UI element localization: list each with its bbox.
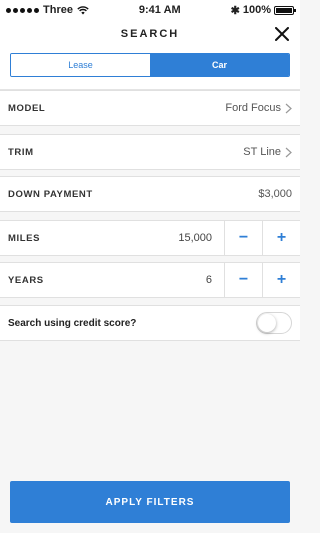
model-row[interactable]: MODEL Ford Focus (0, 90, 300, 126)
battery-percent: 100% (242, 4, 271, 16)
apply-filters-button[interactable]: APPLY FILTERS (10, 481, 290, 523)
miles-decrement-button[interactable]: − (224, 221, 262, 255)
status-bar: Three 9:41 AM ✱ 100% (0, 0, 300, 20)
years-stepper: 6 − + (162, 263, 300, 297)
model-value: Ford Focus (225, 102, 281, 114)
trim-label: TRIM (8, 146, 34, 158)
page-title: SEARCH (120, 28, 180, 40)
carrier-label: Three (43, 4, 73, 16)
miles-increment-button[interactable]: + (262, 221, 300, 255)
years-decrement-button[interactable]: − (224, 263, 262, 297)
segment-car[interactable]: Car (150, 54, 289, 76)
years-row: YEARS 6 − + (0, 262, 300, 298)
years-increment-button[interactable]: + (262, 263, 300, 297)
down-payment-value[interactable]: $3,000 (258, 188, 292, 200)
model-value-wrap: Ford Focus (225, 102, 292, 114)
close-button[interactable] (272, 24, 292, 44)
status-bar-left: Three (6, 4, 89, 16)
years-label: YEARS (8, 274, 44, 286)
down-payment-label: DOWN PAYMENT (8, 188, 93, 200)
miles-value: 15,000 (178, 232, 212, 244)
toggle-knob (258, 314, 276, 332)
down-payment-row[interactable]: DOWN PAYMENT $3,000 (0, 176, 300, 212)
credit-score-label: Search using credit score? (8, 317, 137, 329)
status-bar-right: ✱ 100% (230, 4, 296, 17)
battery-icon (273, 5, 296, 15)
credit-score-toggle[interactable] (256, 312, 292, 334)
chevron-right-icon (285, 147, 292, 157)
trim-row[interactable]: TRIM ST Line (0, 134, 300, 170)
bluetooth-icon: ✱ (230, 4, 240, 17)
signal-icon (6, 7, 39, 13)
close-icon (275, 27, 289, 41)
lease-car-segmented-control: Lease Car (10, 53, 290, 77)
model-label: MODEL (8, 102, 46, 114)
credit-score-row: Search using credit score? (0, 305, 300, 341)
miles-label: MILES (8, 232, 41, 244)
segment-container: Lease Car (0, 48, 300, 90)
miles-stepper: 15,000 − + (162, 221, 300, 255)
trim-value-wrap: ST Line (243, 146, 292, 158)
years-value: 6 (205, 274, 212, 286)
chevron-right-icon (285, 103, 292, 113)
trim-value: ST Line (243, 146, 281, 158)
miles-row: MILES 15,000 − + (0, 220, 300, 256)
status-time: 9:41 AM (138, 4, 181, 16)
segment-lease[interactable]: Lease (11, 54, 150, 76)
header: SEARCH (0, 20, 300, 48)
wifi-icon (77, 5, 89, 14)
